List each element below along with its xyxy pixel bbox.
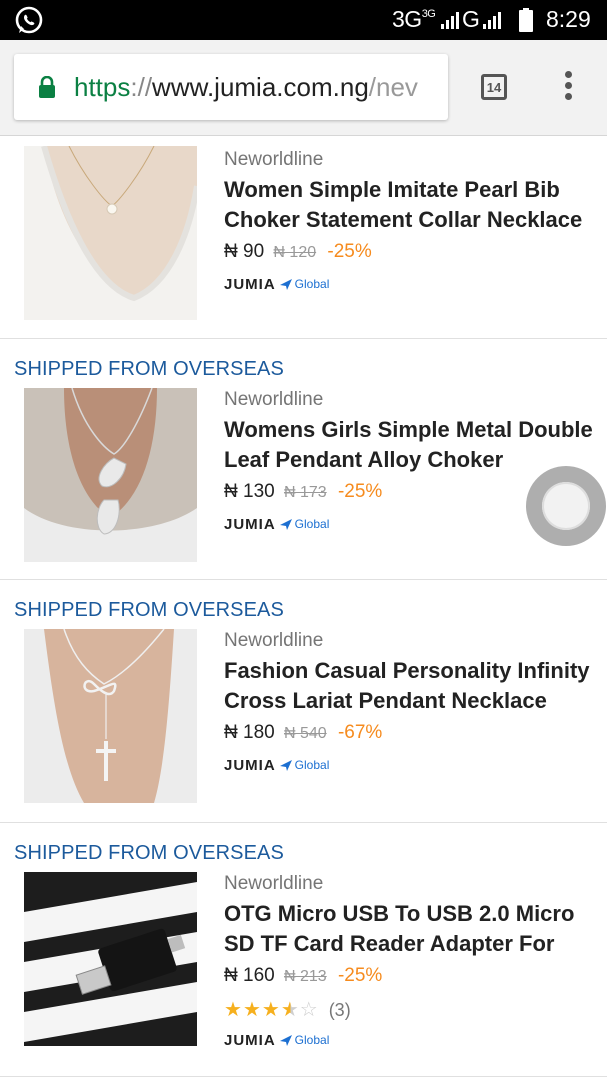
product-brand: Neworldline	[224, 630, 324, 651]
price-row: ₦ 180 ₦ 540 -67%	[224, 720, 599, 747]
product-old-price: ₦ 173	[283, 484, 327, 501]
price-row: ₦ 90 ₦ 120 -25%	[224, 239, 599, 266]
product-name[interactable]: Fashion Casual Personality Infinity Cros…	[224, 656, 599, 716]
jumia-logo: JUMIA	[224, 756, 276, 774]
product-name[interactable]: Womens Girls Simple Metal Double Leaf Pe…	[224, 415, 599, 475]
star-filled-icon: ★	[242, 999, 262, 1021]
product-old-price: ₦ 213	[283, 968, 327, 985]
product-old-price: ₦ 120	[273, 244, 317, 261]
global-label: Global	[294, 277, 330, 291]
product-card[interactable]: SHIPPED FROM OVERSEAS Neworldline Fashio…	[0, 579, 607, 823]
product-price: ₦ 90	[224, 241, 265, 262]
product-image-infinity-cross-necklace[interactable]	[24, 629, 197, 803]
signal-strength-secondary-icon	[483, 12, 501, 29]
airplane-icon	[279, 1035, 292, 1046]
product-name[interactable]: Women Simple Imitate Pearl Bib Choker St…	[224, 175, 599, 235]
product-brand: Neworldline	[224, 389, 324, 410]
global-label: Global	[294, 517, 330, 531]
url-text: https://www.jumia.com.ng/nev	[74, 72, 418, 102]
price-row: ₦ 160 ₦ 213 -25%	[224, 963, 599, 990]
product-image-pearl-necklace[interactable]	[24, 146, 197, 320]
battery-icon	[519, 8, 533, 32]
jumia-global-badge: JUMIA Global	[224, 755, 599, 775]
product-card[interactable]: SHIPPED FROM OVERSEAS Neworldline OTG Mi…	[0, 822, 607, 1077]
product-info: Neworldline Fashion Casual Personality I…	[224, 629, 599, 775]
star-filled-icon: ★	[224, 999, 243, 1021]
product-info: Neworldline OTG Micro USB To USB 2.0 Mic…	[224, 872, 599, 1050]
jumia-global-badge: JUMIA Global	[224, 1030, 599, 1050]
whatsapp-icon	[15, 6, 43, 34]
lock-icon	[39, 76, 55, 98]
product-image-leaf-necklace[interactable]	[24, 388, 197, 562]
floating-assistive-button[interactable]	[526, 466, 606, 546]
discount-badge: -25%	[337, 965, 383, 986]
product-brand: Neworldline	[224, 149, 324, 170]
shipped-from-overseas-label: SHIPPED FROM OVERSEAS	[14, 358, 284, 380]
star-filled-icon: ★	[261, 999, 281, 1021]
jumia-logo: JUMIA	[224, 1031, 276, 1049]
airplane-icon	[279, 760, 292, 771]
tab-switcher-button[interactable]: 14	[481, 74, 507, 100]
star-half-icon: ★	[280, 999, 300, 1021]
global-label: Global	[294, 1033, 330, 1047]
airplane-icon	[279, 519, 292, 530]
network-type: 3G3G	[392, 6, 436, 32]
discount-badge: -67%	[337, 722, 383, 743]
jumia-global-badge: JUMIA Global	[224, 274, 599, 294]
global-label: Global	[294, 758, 330, 772]
product-price: ₦ 180	[224, 722, 275, 743]
shipped-from-overseas-label: SHIPPED FROM OVERSEAS	[14, 599, 284, 621]
overflow-menu-icon[interactable]	[562, 71, 574, 105]
discount-badge: -25%	[327, 241, 372, 262]
product-price: ₦ 130	[224, 481, 275, 502]
address-bar[interactable]: https://www.jumia.com.ng/nev	[14, 54, 448, 120]
browser-toolbar: https://www.jumia.com.ng/nev 14	[0, 40, 607, 136]
product-card[interactable]: SHIPPED FROM OVERSEAS Neworldline Womens…	[0, 338, 607, 580]
product-card[interactable]: Neworldline Women Simple Imitate Pearl B…	[0, 136, 607, 339]
signal-strength-icon	[441, 12, 459, 29]
product-name[interactable]: OTG Micro USB To USB 2.0 Micro SD TF Car…	[224, 899, 599, 959]
star-empty-icon: ☆	[299, 999, 319, 1021]
airplane-icon	[279, 279, 292, 290]
clock: 8:29	[546, 6, 591, 32]
network-type-secondary: G	[462, 6, 480, 32]
star-row: ★★★★☆	[224, 999, 319, 1021]
product-brand: Neworldline	[224, 873, 324, 894]
product-info: Neworldline Women Simple Imitate Pearl B…	[224, 148, 599, 294]
status-bar: 3G3G G 8:29	[0, 0, 607, 40]
product-price: ₦ 160	[224, 965, 275, 986]
product-old-price: ₦ 540	[283, 725, 327, 742]
jumia-logo: JUMIA	[224, 515, 276, 533]
rating-count: (3)	[328, 1000, 351, 1020]
shipped-from-overseas-label: SHIPPED FROM OVERSEAS	[14, 842, 284, 864]
rating-stars: ★★★★☆ (3)	[224, 998, 599, 1022]
product-image-otg-card-reader[interactable]	[24, 872, 197, 1046]
discount-badge: -25%	[337, 481, 383, 502]
jumia-logo: JUMIA	[224, 275, 276, 293]
